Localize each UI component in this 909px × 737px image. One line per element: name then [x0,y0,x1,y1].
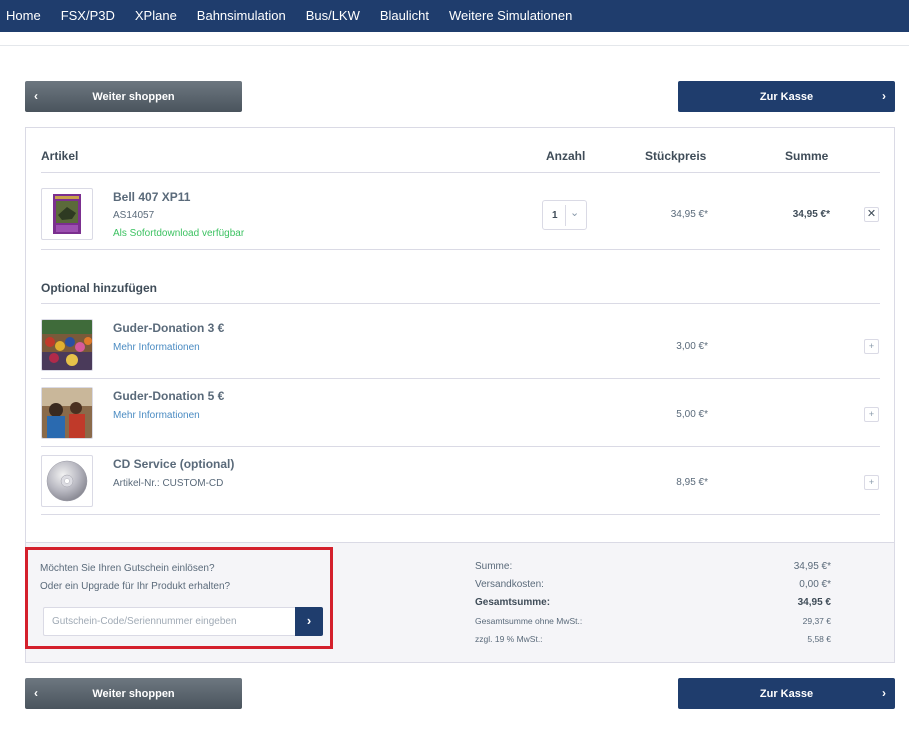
chevron-right-icon: › [882,89,886,103]
divider [41,172,880,173]
donation-5-thumbnail[interactable] [41,387,93,439]
divider [41,249,880,250]
summary-subtotal: Summe: 34,95 €* [475,561,831,575]
summary-label: Gesamtsumme ohne MwSt.: [475,616,583,626]
more-info-link[interactable]: Mehr Informationen [113,342,200,353]
checkout-button-bottom[interactable]: Zur Kasse › [678,678,895,709]
add-item-button[interactable]: + [864,339,879,354]
summary-label: Summe: [475,561,513,572]
nav-item-blaulicht[interactable]: Blaulicht [370,0,439,32]
voucher-highlight-frame: Möchten Sie Ihren Gutschein einlösen? Od… [25,547,333,649]
summary-label: Gesamtsumme: [475,597,551,608]
voucher-question: Möchten Sie Ihren Gutschein einlösen? [40,563,215,574]
header-quantity: Anzahl [546,149,586,163]
product-thumbnail[interactable] [41,188,93,240]
summary-value: 34,95 € [797,597,831,608]
nav-item-bahnsimulation[interactable]: Bahnsimulation [187,0,296,32]
summary-label: zzgl. 19 % MwSt.: [475,634,543,644]
summary-value: 5,58 € [807,634,831,644]
summary-grand-total: Gesamtsumme: 34,95 € [475,597,831,611]
optional-add-title: Optional hinzufügen [41,281,157,295]
line-total: 34,95 €* [792,209,830,220]
chevron-down-icon: ⌄ [570,207,580,219]
checkout-label: Zur Kasse [759,90,814,103]
continue-shopping-label: Weiter shoppen [92,90,175,103]
add-item-button[interactable]: + [864,407,879,422]
more-info-link[interactable]: Mehr Informationen [113,410,200,421]
nav-item-home[interactable]: Home [0,0,51,32]
divider [41,446,880,447]
divider [41,514,880,515]
cd-icon [46,460,88,502]
header-article: Artikel [41,149,79,163]
cd-service-thumbnail[interactable] [41,455,93,507]
optional-item-name[interactable]: Guder-Donation 3 € [113,321,224,335]
donation-3-thumbnail[interactable] [41,319,93,371]
cart-table: Artikel Anzahl Stückpreis Summe Bell 407… [25,127,895,663]
optional-item-sku: Artikel-Nr.: CUSTOM-CD [113,478,224,489]
divider [41,303,880,304]
chevron-left-icon: ‹ [34,89,38,103]
summary-value: 0,00 €* [799,579,831,590]
unit-price: 34,95 €* [670,209,708,220]
summary-shipping: Versandkosten: 0,00 €* [475,579,831,593]
add-item-button[interactable]: + [864,475,879,490]
optional-item-name[interactable]: Guder-Donation 5 € [113,389,224,403]
continue-shopping-button-bottom[interactable]: ‹ Weiter shoppen [25,678,242,709]
optional-item-price: 8,95 €* [676,477,708,488]
nav-item-weitere-simulationen[interactable]: Weitere Simulationen [439,0,582,32]
optional-item-price: 5,00 €* [676,409,708,420]
quantity-value: 1 [552,210,558,221]
voucher-code-input[interactable]: Gutschein-Code/Seriennummer eingeben [43,607,295,636]
upgrade-question: Oder ein Upgrade für Ihr Produkt erhalte… [40,581,231,592]
summary-net-total: Gesamtsumme ohne MwSt.: 29,37 € [475,616,831,630]
header-unit-price: Stückpreis [645,149,707,163]
nav-item-bus-lkw[interactable]: Bus/LKW [296,0,370,32]
product-name[interactable]: Bell 407 XP11 [113,190,190,204]
continue-shopping-label: Weiter shoppen [92,687,175,700]
optional-item-name[interactable]: CD Service (optional) [113,457,234,471]
summary-vat: zzgl. 19 % MwSt.: 5,58 € [475,634,831,648]
checkout-button-top[interactable]: Zur Kasse › [678,81,895,112]
main-navigation: Home FSX/P3D XPlane Bahnsimulation Bus/L… [0,0,909,32]
quantity-select[interactable]: 1 ⌄ [542,200,587,230]
nav-divider [0,32,909,46]
optional-item-price: 3,00 €* [676,341,708,352]
divider [41,378,880,379]
product-sku: AS14057 [113,210,155,221]
voucher-submit-button[interactable]: › [295,607,323,636]
nav-item-fsx-p3d[interactable]: FSX/P3D [51,0,125,32]
remove-item-button[interactable]: ✕ [864,207,879,222]
quantity-separator [565,205,566,226]
summary-label: Versandkosten: [475,579,544,590]
checkout-label: Zur Kasse [759,687,814,700]
nav-item-xplane[interactable]: XPlane [125,0,187,32]
summary-value: 29,37 € [802,616,831,626]
summary-value: 34,95 €* [793,561,831,572]
cart-footer: Möchten Sie Ihren Gutschein einlösen? Od… [25,542,894,662]
availability-status: Als Sofortdownload verfügbar [113,228,245,239]
continue-shopping-button-top[interactable]: ‹ Weiter shoppen [25,81,242,112]
chevron-left-icon: ‹ [34,686,38,700]
chevron-right-icon: › [882,686,886,700]
header-total: Summe [785,149,829,163]
